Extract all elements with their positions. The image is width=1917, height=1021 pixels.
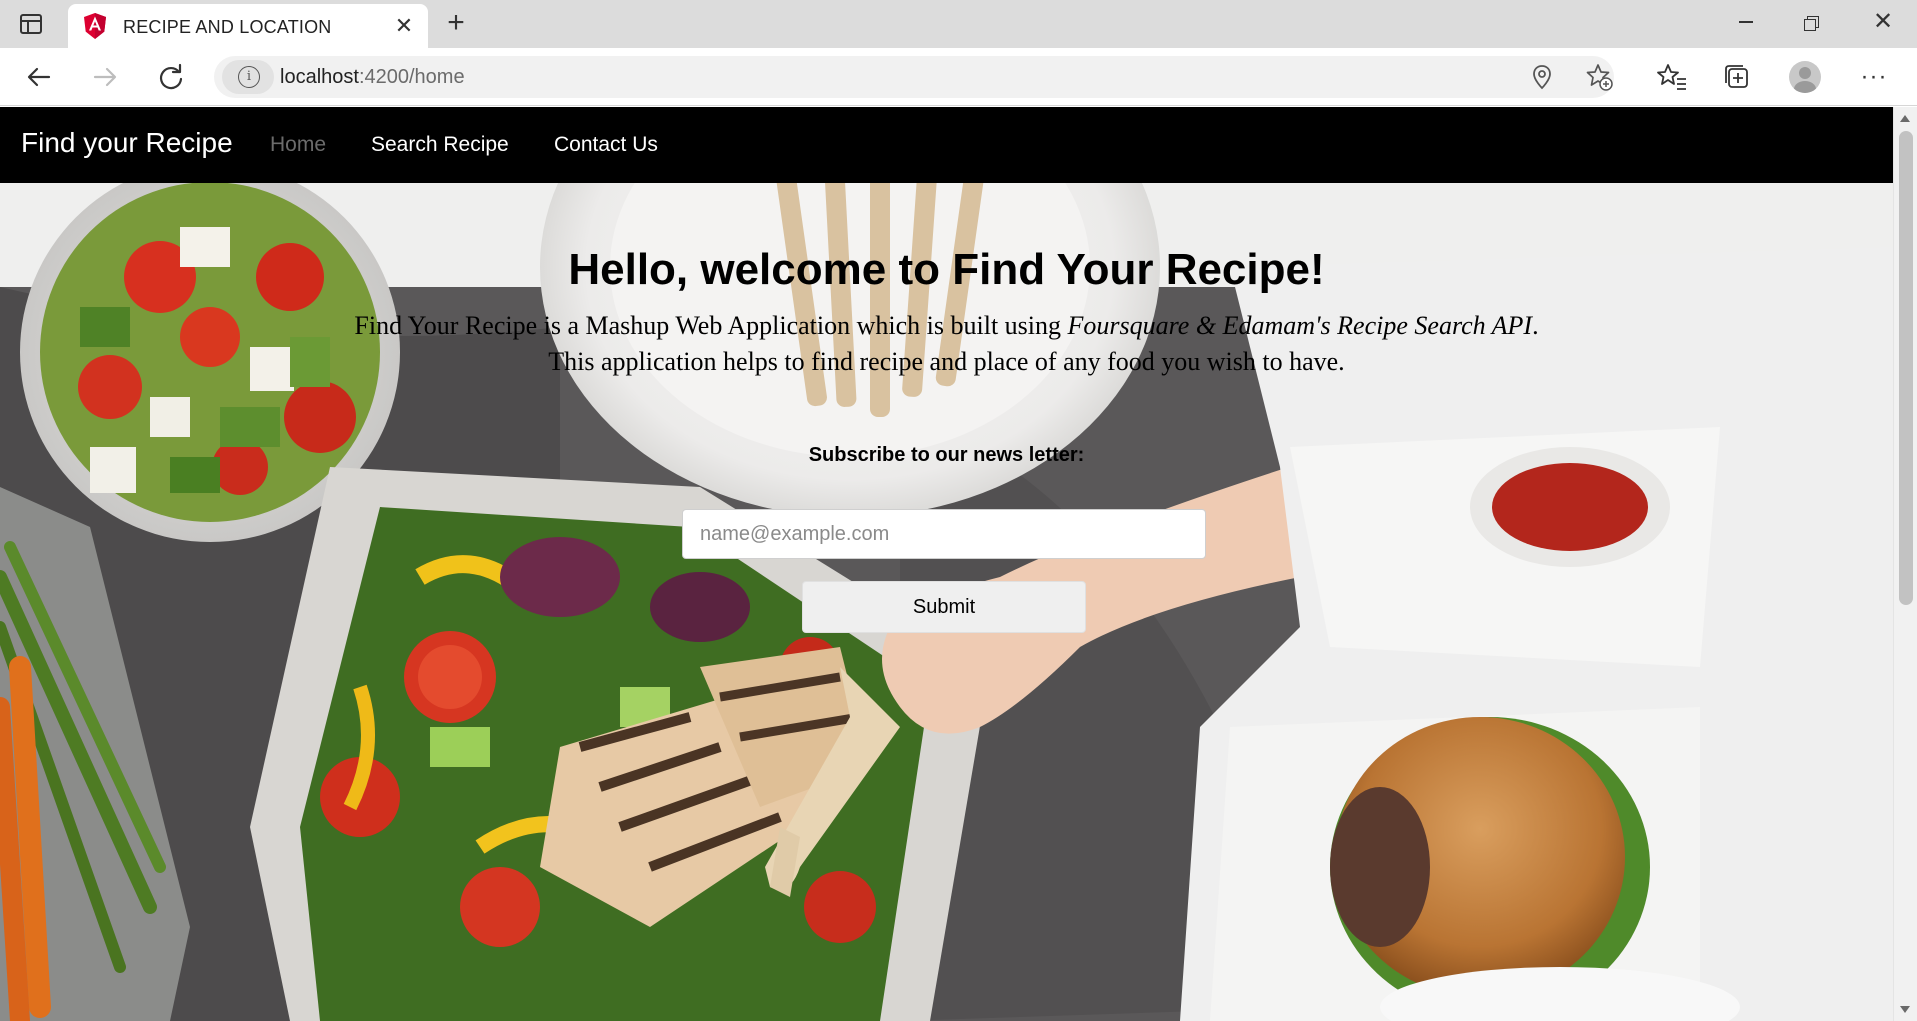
newsletter-label: Subscribe to our news letter: bbox=[808, 444, 1085, 466]
nav-link-search-recipe[interactable]: Search Recipe bbox=[371, 133, 509, 157]
hero-title-bold: Find Your Recipe! bbox=[952, 245, 1325, 294]
window-close-icon[interactable]: ✕ bbox=[1850, 0, 1916, 44]
url-text[interactable]: localhost:4200/home bbox=[280, 66, 465, 89]
browser-tab-bar: RECIPE AND LOCATION ✕ + ✕ bbox=[0, 0, 1917, 48]
hero-description: Find Your Recipe is a Mashup Web Applica… bbox=[0, 308, 1893, 380]
url-path: :4200/home bbox=[358, 66, 465, 88]
site-navbar: Find your Recipe Home Search Recipe Cont… bbox=[0, 107, 1893, 183]
add-favorite-icon[interactable] bbox=[1584, 62, 1614, 92]
scroll-down-icon[interactable] bbox=[1900, 1006, 1910, 1013]
navbar-brand[interactable]: Find your Recipe bbox=[21, 127, 233, 159]
tab-actions-icon[interactable] bbox=[18, 12, 44, 36]
hero-desc-line-1-suffix: . bbox=[1532, 311, 1539, 340]
new-tab-icon[interactable]: + bbox=[440, 8, 472, 40]
location-icon[interactable] bbox=[1527, 62, 1557, 92]
page-scrollbar[interactable] bbox=[1893, 107, 1917, 1021]
more-icon[interactable]: ··· bbox=[1857, 60, 1891, 94]
page-viewport: Find your Recipe Home Search Recipe Cont… bbox=[0, 107, 1893, 1021]
scroll-up-icon[interactable] bbox=[1900, 115, 1910, 122]
angular-logo-icon bbox=[84, 13, 106, 39]
nav-link-contact-us[interactable]: Contact Us bbox=[554, 133, 658, 157]
hero-desc-api-names: Foursquare & Edamam's Recipe Search API bbox=[1067, 311, 1533, 340]
forward-icon[interactable] bbox=[88, 60, 122, 94]
hero-title-prefix: Hello, welcome to bbox=[568, 245, 953, 294]
url-host: localhost bbox=[280, 66, 359, 88]
collections-icon[interactable] bbox=[1720, 60, 1754, 94]
reload-icon[interactable] bbox=[154, 60, 188, 94]
profile-icon[interactable] bbox=[1787, 60, 1821, 94]
back-icon[interactable] bbox=[22, 60, 56, 94]
info-icon: i bbox=[238, 66, 260, 88]
minimize-icon[interactable] bbox=[1713, 0, 1779, 44]
tab-title: RECIPE AND LOCATION bbox=[123, 17, 332, 37]
scrollbar-thumb[interactable] bbox=[1899, 131, 1913, 605]
hero-title: Hello, welcome to Find Your Recipe! bbox=[0, 245, 1893, 295]
hero-desc-line-2: This application helps to find recipe an… bbox=[548, 347, 1345, 376]
restore-icon[interactable] bbox=[1780, 0, 1846, 44]
browser-toolbar: i localhost:4200/home ··· bbox=[0, 48, 1917, 106]
newsletter-email-input[interactable] bbox=[682, 509, 1206, 559]
nav-link-home[interactable]: Home bbox=[270, 133, 326, 157]
newsletter-submit-button[interactable]: Submit bbox=[802, 581, 1086, 633]
hero-desc-line-1-prefix: Find Your Recipe is a Mashup Web Applica… bbox=[354, 311, 1068, 340]
hero-desc-line-1: Find Your Recipe is a Mashup Web Applica… bbox=[0, 308, 1893, 344]
address-bar[interactable]: i localhost:4200/home bbox=[214, 56, 1614, 98]
browser-tab-active[interactable]: RECIPE AND LOCATION ✕ bbox=[68, 4, 428, 48]
favorites-icon[interactable] bbox=[1655, 60, 1689, 94]
tab-close-icon[interactable]: ✕ bbox=[390, 12, 418, 40]
site-info-button[interactable]: i bbox=[222, 60, 274, 94]
